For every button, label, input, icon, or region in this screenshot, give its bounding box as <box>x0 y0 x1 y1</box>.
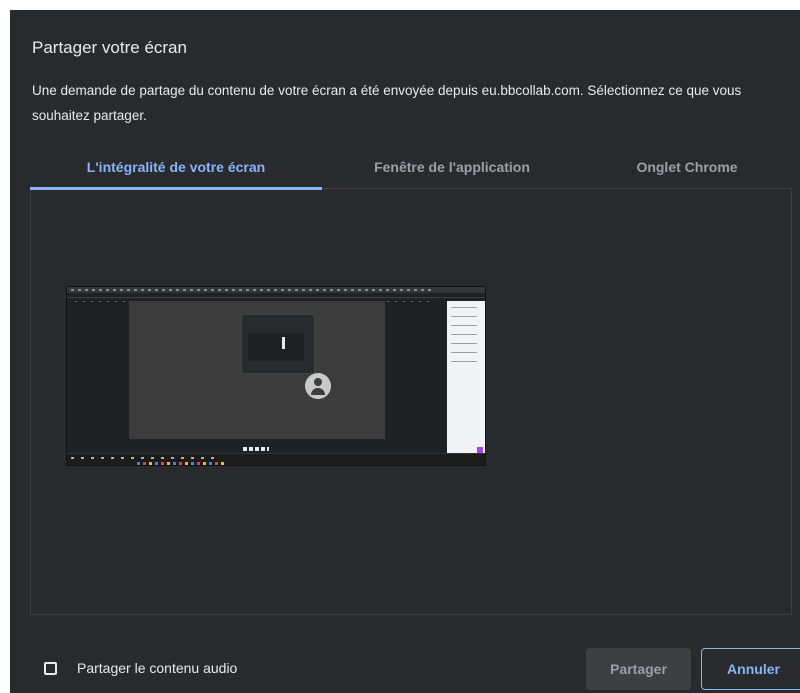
tab-chrome-tab[interactable]: Onglet Chrome <box>582 145 792 189</box>
share-audio-checkbox[interactable] <box>44 662 57 675</box>
source-tabs: L'intégralité de votre écran Fenêtre de … <box>30 145 792 190</box>
share-screen-dialog: Partager votre écran Une demande de part… <box>10 10 800 693</box>
thumbnail-controls <box>243 447 269 451</box>
source-list-panel <box>30 190 792 615</box>
thumbnail-avatar-icon <box>305 373 331 399</box>
dialog-description: Une demande de partage du contenu de vot… <box>32 83 742 123</box>
dialog-title: Partager votre écran <box>32 38 187 57</box>
screen-thumbnail[interactable] <box>66 286 486 466</box>
thumbnail-taskbar <box>67 453 485 465</box>
thumbnail-content-area <box>129 301 385 439</box>
thumbnail-sidebar <box>447 301 485 453</box>
share-button[interactable]: Partager <box>586 648 691 690</box>
share-audio-label: Partager le contenu audio <box>77 660 238 676</box>
thumbnail-toolbar <box>67 293 485 302</box>
cancel-button[interactable]: Annuler <box>701 648 800 690</box>
thumbnail-dialog <box>241 314 315 374</box>
tab-entire-screen[interactable]: L'intégralité de votre écran <box>30 145 322 190</box>
tab-application-window[interactable]: Fenêtre de l'application <box>322 145 582 189</box>
